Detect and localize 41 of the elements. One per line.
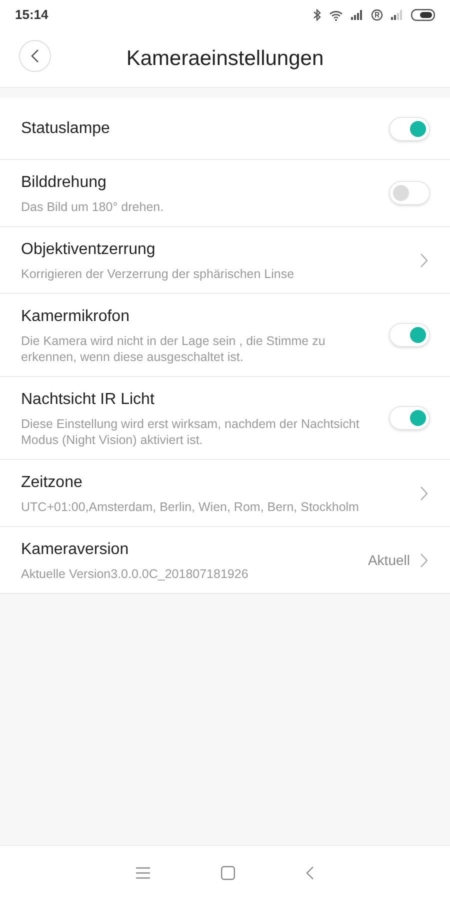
setting-description: Das Bild um 180° drehen. [21, 199, 165, 215]
setting-title: Kamermikrofon [21, 307, 130, 327]
battery-icon [411, 9, 435, 21]
setting-title: Kameraversion [21, 540, 130, 560]
signal-icon [351, 10, 363, 20]
toggle-switch[interactable] [389, 323, 430, 347]
chevron-right-icon [420, 252, 428, 268]
settings-row[interactable]: Kamermikrofon Die Kamera wird nicht in der Lage sein , die Stimme zu erkennen, wenn diese ausgeschaltet ist. [0, 294, 450, 377]
roaming-icon [371, 9, 383, 21]
settings-row[interactable]: Bilddrehung Das Bild um 180° drehen. [0, 160, 450, 227]
settings-row[interactable]: Kameraversion Aktuelle Version3.0.0.0C_201807181926 Aktuell [0, 527, 450, 593]
wifi-icon [329, 10, 343, 20]
setting-description: Aktuelle Version3.0.0.0C_201807181926 [21, 566, 250, 582]
setting-description: Die Kamera wird nicht in der Lage sein , die Stimme zu erkennen, wenn diese ausgeschaltet ist. [21, 333, 326, 365]
back-icon[interactable] [306, 866, 314, 880]
setting-value: Aktuell [368, 550, 410, 570]
setting-description: UTC+01:00,Amsterdam, Berlin, Wien, Rom, Bern, Stockholm [21, 499, 360, 515]
signal-icon [391, 10, 403, 20]
chevron-right-icon [420, 552, 428, 568]
menu-icon[interactable] [136, 867, 150, 879]
setting-title: Zeitzone [21, 473, 84, 493]
setting-description: Diese Einstellung wird erst wirksam, nachdem der Nachtsicht Modus (Night Vision) aktiviert ist. [21, 416, 360, 448]
setting-description: Korrigieren der Verzerrung der sphärischen Linse [21, 266, 296, 282]
chevron-right-icon [420, 486, 428, 500]
toggle-switch[interactable] [389, 406, 430, 430]
toggle-switch[interactable] [389, 181, 430, 205]
setting-title: Bilddrehung [21, 173, 108, 193]
settings-row[interactable]: Statuslampe [0, 98, 450, 160]
setting-title: Nachtsicht IR Licht [21, 390, 156, 410]
home-icon[interactable] [220, 866, 235, 880]
page-title: Kameraeinstellungen [126, 46, 324, 72]
back-icon [31, 49, 39, 63]
setting-title: Statuslampe [21, 118, 111, 138]
settings-row[interactable]: Zeitzone UTC+01:00,Amsterdam, Berlin, Wien, Rom, Bern, Stockholm [0, 460, 450, 527]
status-time: 15:14 [15, 6, 48, 24]
settings-row[interactable]: Nachtsicht IR Licht Diese Einstellung wird erst wirksam, nachdem der Nachtsicht Modus (Night Vision) aktiviert ist. [0, 377, 450, 460]
settings-row[interactable]: Objektiventzerrung Korrigieren der Verzerrung der sphärischen Linse [0, 227, 450, 294]
bluetooth-icon [313, 9, 321, 21]
toggle-switch[interactable] [389, 116, 430, 140]
setting-title: Objektiventzerrung [21, 240, 156, 260]
back-button[interactable] [19, 40, 51, 72]
